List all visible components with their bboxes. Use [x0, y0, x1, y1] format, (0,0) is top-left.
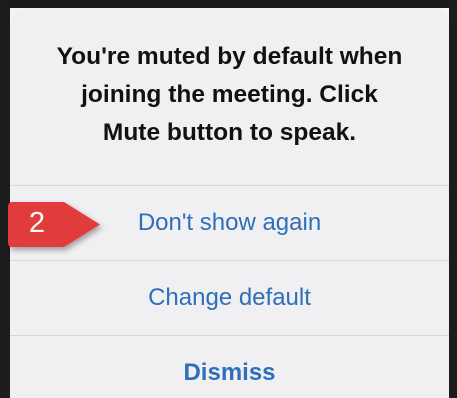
alert-message: You're muted by default when joining the…: [56, 43, 403, 146]
device-frame-top: [0, 0, 457, 8]
callout-arrow-icon: [8, 202, 100, 247]
device-frame-right: [449, 0, 457, 398]
dismiss-button[interactable]: Dismiss: [10, 336, 449, 398]
step-callout: 2: [2, 190, 108, 260]
step-number: 2: [28, 207, 46, 239]
change-default-button[interactable]: Change default: [10, 261, 449, 335]
